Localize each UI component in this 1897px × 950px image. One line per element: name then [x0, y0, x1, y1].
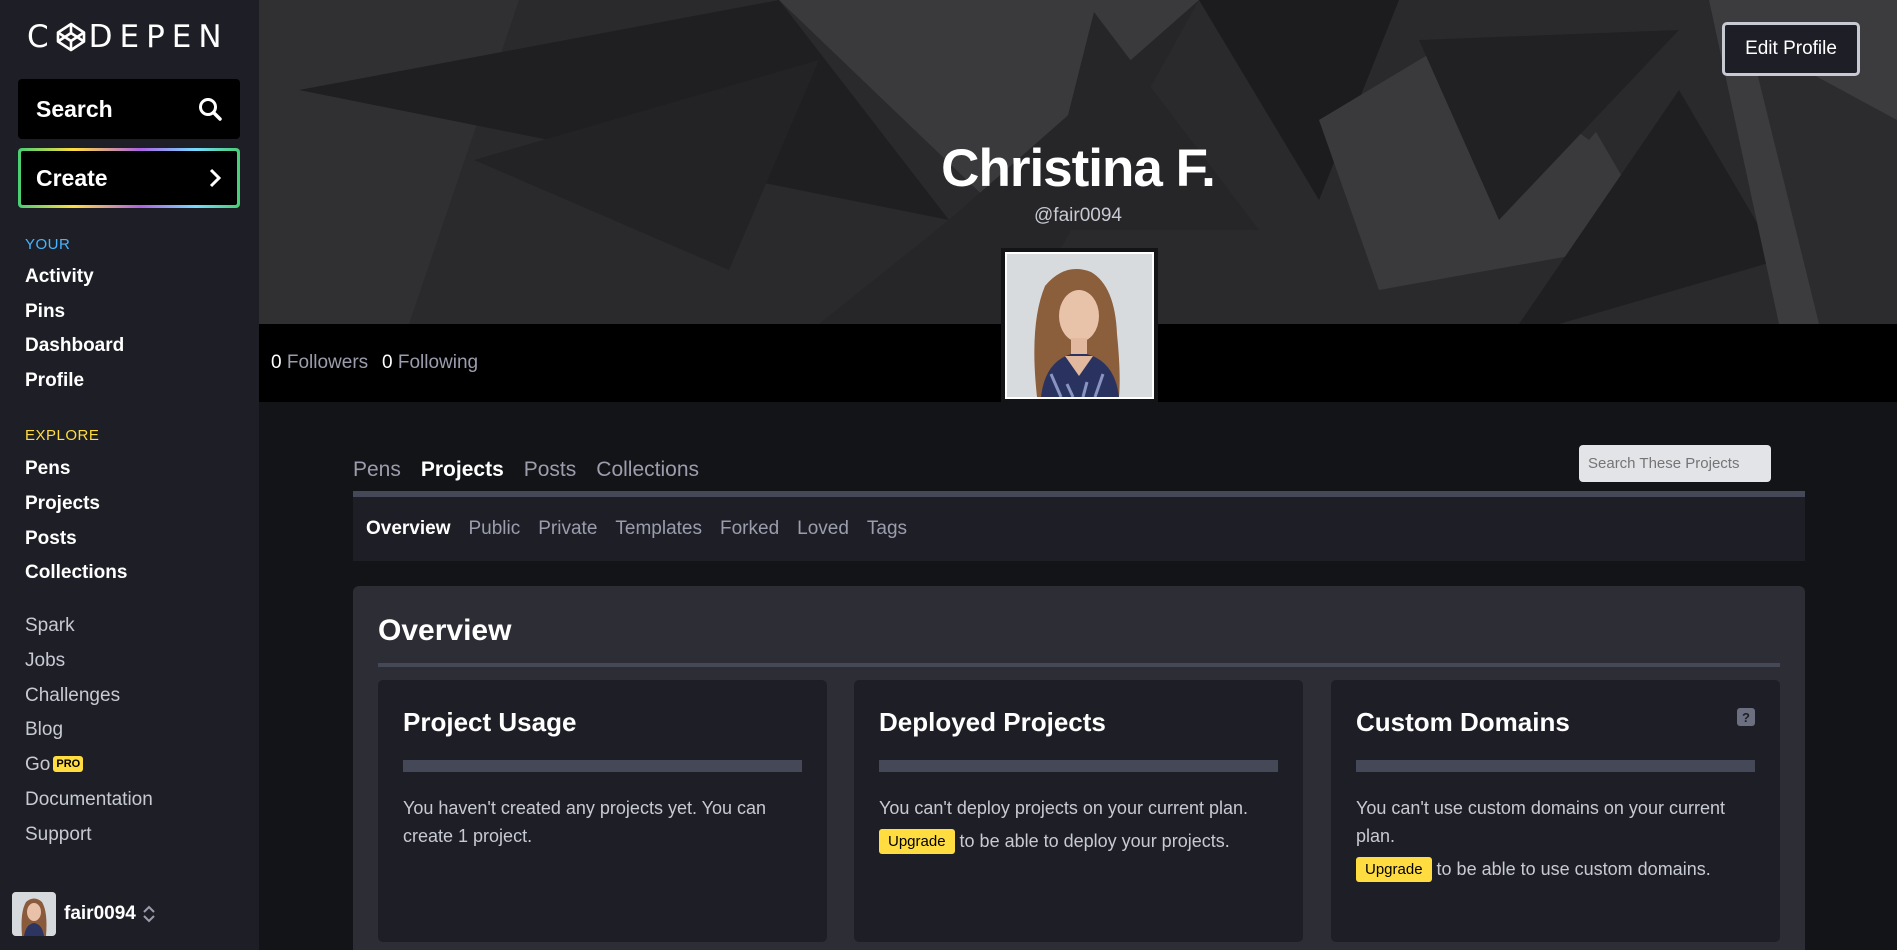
sidebar-item-dashboard[interactable]: Dashboard	[25, 335, 124, 357]
usage-bar	[1356, 760, 1755, 772]
profile-handle[interactable]: @fair0094	[778, 205, 1378, 227]
avatar	[12, 892, 56, 936]
codepen-logo[interactable]: C DEPEN	[27, 19, 229, 55]
followers-stat[interactable]: 0 Followers	[271, 352, 368, 374]
upgrade-button[interactable]: Upgrade	[1356, 857, 1432, 882]
upgrade-text: to be able to use custom domains.	[1436, 859, 1711, 879]
sub-tabs: Overview Public Private Templates Forked…	[353, 497, 1805, 561]
search-icon	[199, 98, 222, 121]
search-projects-input[interactable]	[1579, 445, 1771, 482]
sidebar-item-spark[interactable]: Spark	[25, 615, 75, 637]
deployed-projects-card: Deployed Projects You can't deploy proje…	[854, 680, 1303, 942]
card-text: You can't use custom domains on your cur…	[1356, 798, 1725, 846]
sidebar-item-go-pro[interactable]: Go PRO	[25, 754, 84, 776]
upgrade-row: Upgrade to be able to deploy your projec…	[879, 829, 1230, 854]
subtab-tags[interactable]: Tags	[867, 518, 907, 540]
logo-text-left: C	[27, 19, 56, 55]
main-tabs: Pens Projects Posts Collections	[353, 458, 719, 482]
sidebar-item-support[interactable]: Support	[25, 824, 92, 846]
upgrade-text: to be able to deploy your projects.	[959, 831, 1230, 851]
subtab-templates[interactable]: Templates	[615, 518, 702, 540]
project-usage-card: Project Usage You haven't created any pr…	[378, 680, 827, 942]
subtab-public[interactable]: Public	[469, 518, 521, 540]
sidebar-item-jobs[interactable]: Jobs	[25, 650, 65, 672]
upgrade-button[interactable]: Upgrade	[879, 829, 955, 854]
logo-text-right: DEPEN	[88, 19, 229, 55]
upgrade-row: Upgrade to be able to use custom domains…	[1356, 857, 1711, 882]
profile-name: Christina F.	[941, 139, 1216, 198]
create-button-label: Create	[36, 164, 108, 191]
following-label: Following	[397, 352, 479, 373]
sidebar-item-documentation[interactable]: Documentation	[25, 789, 153, 811]
card-title: Deployed Projects	[879, 707, 1106, 737]
usage-bar	[403, 760, 802, 772]
sidebar-item-pens[interactable]: Pens	[25, 458, 70, 480]
sidebar-item-blog[interactable]: Blog	[25, 719, 63, 741]
edit-profile-button[interactable]: Edit Profile	[1722, 22, 1860, 76]
tab-projects[interactable]: Projects	[421, 458, 504, 482]
chevron-right-icon	[209, 168, 222, 188]
following-count: 0	[382, 352, 393, 373]
search-button[interactable]: Search	[18, 79, 240, 139]
card-text: You haven't created any projects yet. Yo…	[403, 798, 767, 846]
your-heading: YOUR	[25, 236, 71, 253]
custom-domains-card: Custom Domains ? You can't use custom do…	[1331, 680, 1780, 942]
pro-badge: PRO	[53, 756, 84, 772]
sidebar-item-pins[interactable]: Pins	[25, 301, 65, 323]
tab-collections[interactable]: Collections	[596, 458, 699, 482]
profile-photo	[1001, 248, 1158, 403]
go-label: Go	[25, 754, 51, 775]
usage-bar	[879, 760, 1278, 772]
search-button-label: Search	[36, 95, 113, 122]
user-menu[interactable]: fair0094	[12, 892, 156, 936]
followers-count: 0	[271, 352, 282, 373]
overview-panel: Overview Project Usage You haven't creat…	[353, 586, 1805, 950]
explore-heading: EXPLORE	[25, 427, 100, 444]
username: fair0094	[64, 903, 136, 924]
sidebar-item-profile[interactable]: Profile	[25, 370, 84, 392]
codepen-cube-icon	[56, 22, 85, 52]
create-button[interactable]: Create	[18, 148, 240, 208]
subtab-loved[interactable]: Loved	[797, 518, 849, 540]
followers-label: Followers	[286, 352, 369, 373]
sidebar-item-projects[interactable]: Projects	[25, 493, 100, 515]
overview-divider	[378, 663, 1780, 667]
subtab-overview[interactable]: Overview	[366, 518, 451, 540]
subtab-forked[interactable]: Forked	[720, 518, 779, 540]
sidebar: C DEPEN Search Create YOUR Activity Pins…	[0, 0, 259, 950]
card-text: You can't deploy projects on your curren…	[879, 798, 1248, 818]
chevron-updown-icon	[143, 905, 155, 923]
card-title: Custom Domains	[1356, 707, 1570, 737]
sidebar-item-posts[interactable]: Posts	[25, 528, 77, 550]
help-icon[interactable]: ?	[1737, 708, 1755, 726]
sidebar-item-challenges[interactable]: Challenges	[25, 685, 120, 707]
tab-pens[interactable]: Pens	[353, 458, 401, 482]
sidebar-item-collections[interactable]: Collections	[25, 562, 127, 584]
subtab-private[interactable]: Private	[538, 518, 597, 540]
overview-title: Overview	[378, 614, 512, 647]
sidebar-item-activity[interactable]: Activity	[25, 266, 94, 288]
tab-posts[interactable]: Posts	[524, 458, 577, 482]
following-stat[interactable]: 0 Following	[382, 352, 478, 374]
card-title: Project Usage	[403, 707, 577, 737]
